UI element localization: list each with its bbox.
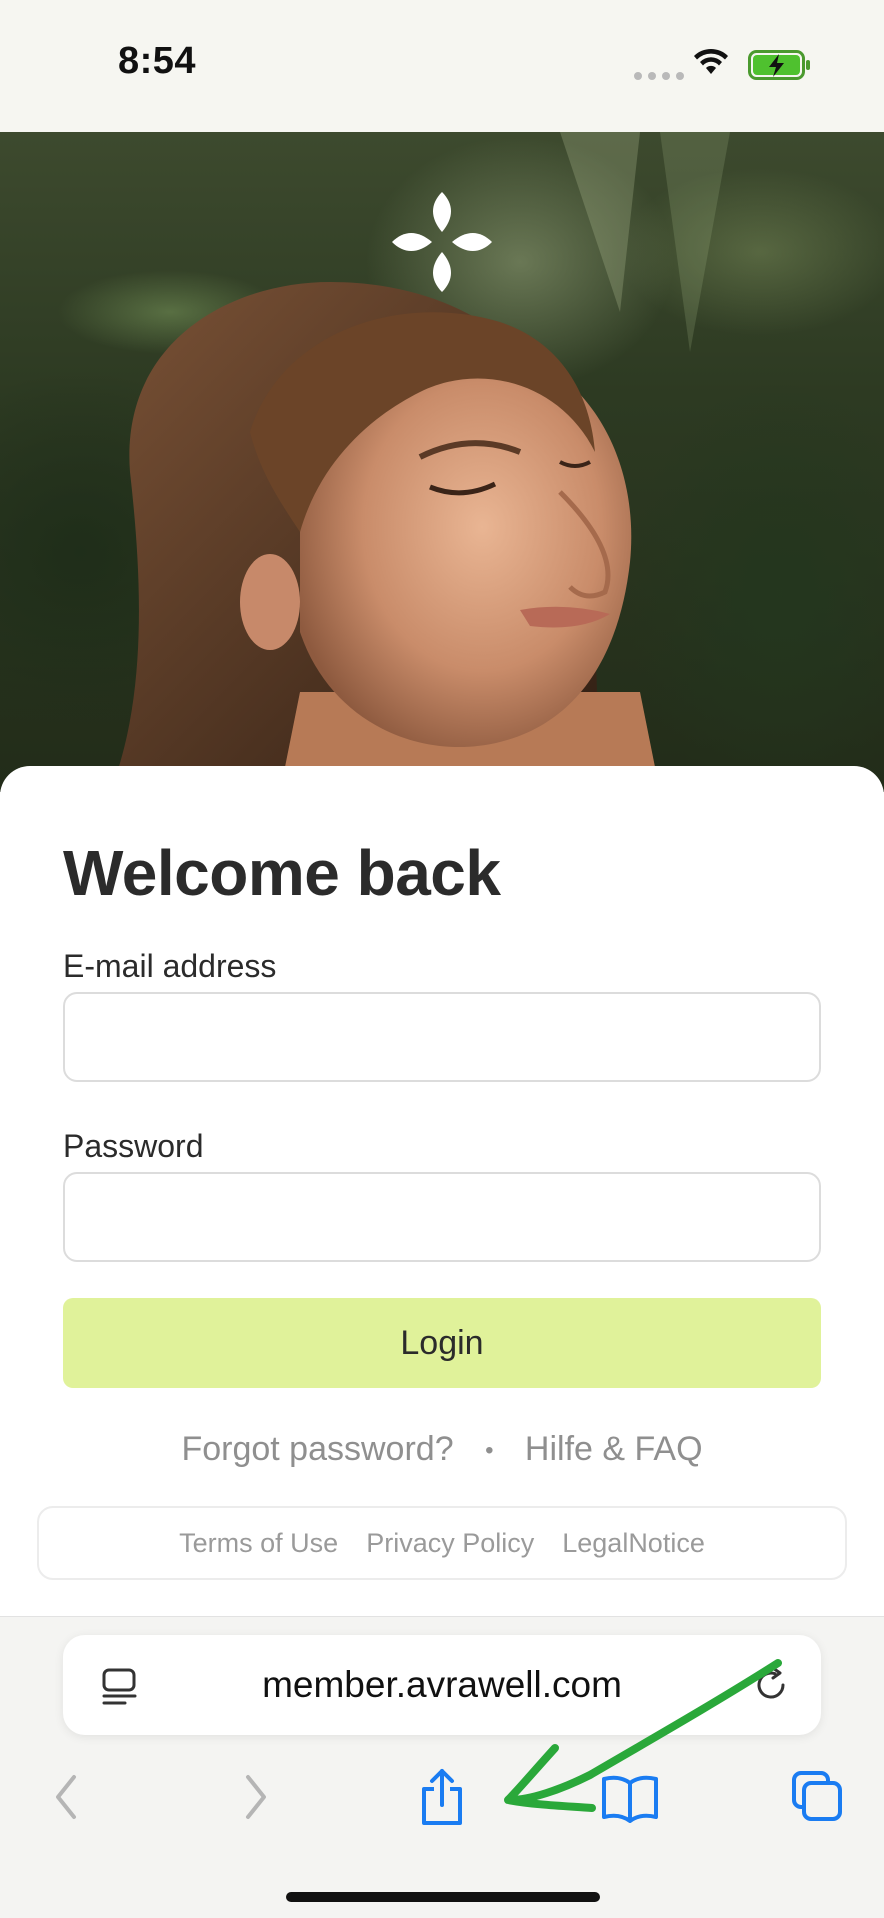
email-label: E-mail address [63,948,277,984]
legal-links: Terms of Use Privacy Policy LegalNotice [37,1506,847,1580]
forgot-password-link[interactable]: Forgot password? [181,1430,453,1468]
login-button[interactable]: Login [63,1298,821,1388]
legal-notice-link[interactable]: LegalNotice [562,1528,705,1559]
wifi-icon [694,48,728,74]
browser-toolbar: member.avrawell.com [0,1616,884,1918]
status-time: 8:54 [118,40,197,82]
email-field[interactable] [63,992,821,1082]
bookmarks-icon[interactable] [600,1767,660,1827]
help-faq-link[interactable]: Hilfe & FAQ [525,1430,703,1468]
status-bar: 8:54 [0,0,884,132]
url-text: member.avrawell.com [262,1664,622,1705]
link-separator: • [485,1437,494,1465]
back-icon[interactable] [46,1767,86,1827]
address-bar[interactable]: member.avrawell.com [63,1635,821,1735]
privacy-policy-link[interactable]: Privacy Policy [366,1528,534,1559]
help-links-row: Forgot password? • Hilfe & FAQ [0,1430,884,1469]
share-icon[interactable] [418,1767,466,1827]
page-title: Welcome back [63,837,501,909]
home-indicator[interactable] [286,1892,600,1902]
brand-logo-icon [392,192,492,292]
password-label: Password [63,1128,204,1164]
terms-of-use-link[interactable]: Terms of Use [179,1528,338,1559]
reload-icon[interactable] [753,1667,789,1703]
password-field[interactable] [63,1172,821,1262]
battery-charging-icon [748,50,810,80]
tabs-icon[interactable] [790,1767,844,1827]
forward-icon[interactable] [236,1767,276,1827]
hero-image [0,132,884,792]
cellular-signal-icon [634,72,684,80]
login-sheet: Welcome back E-mail address Password Log… [0,766,884,1616]
